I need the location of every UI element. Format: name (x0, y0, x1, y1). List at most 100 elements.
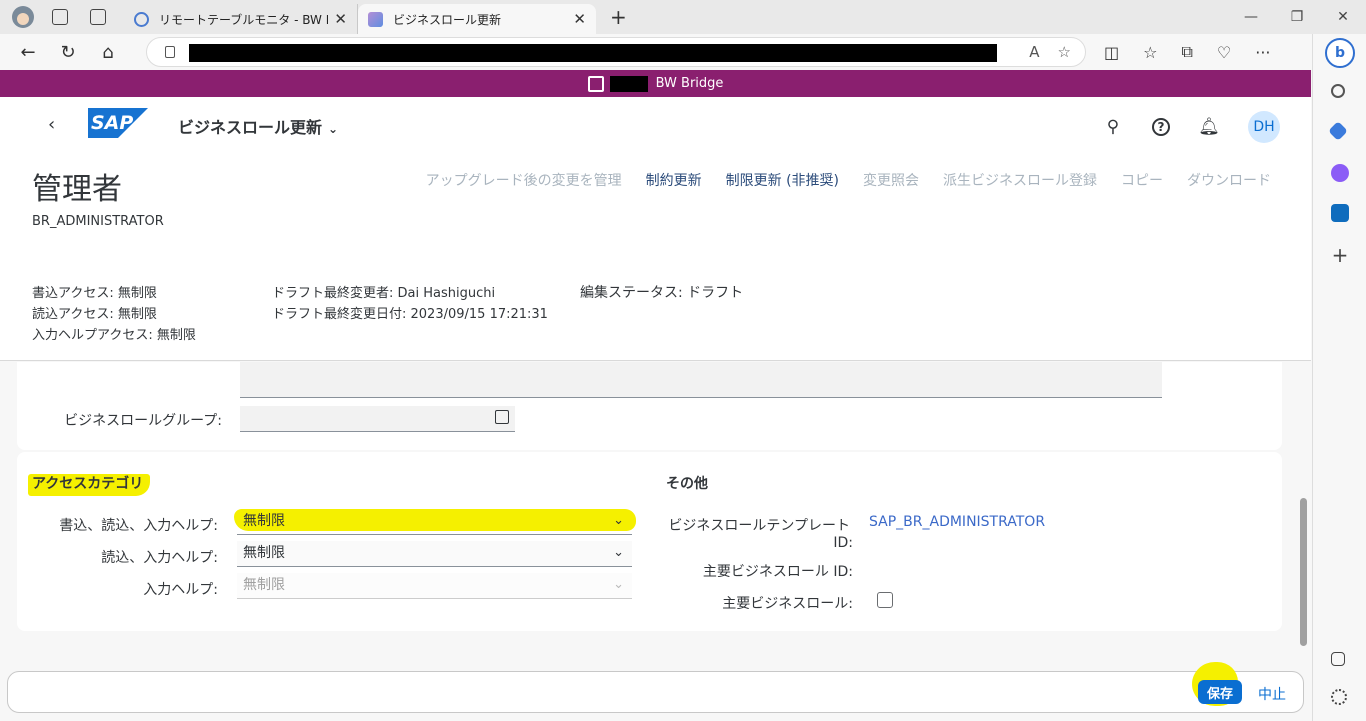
read-aloud-icon[interactable]: A (1029, 43, 1039, 61)
sidebar-toggle-icon[interactable] (1331, 652, 1345, 666)
read-access: 読込アクセス: 無制限 (32, 307, 157, 322)
description-textarea[interactable] (240, 362, 1162, 398)
redacted-url (189, 44, 997, 62)
favorite-icon[interactable]: ☆ (1058, 43, 1071, 61)
browser-toolbar: ◫ ☆ ⧉ ♡ ··· (1104, 34, 1271, 70)
url-input[interactable]: A ☆ (146, 37, 1086, 67)
template-id-label-2: ID: (833, 535, 853, 551)
copilot-icon[interactable]: b (1325, 38, 1355, 68)
reload-icon[interactable]: ↻ (48, 42, 88, 63)
page-title: 管理者 (32, 172, 122, 207)
app-title[interactable]: ビジネスロール更新 ⌄ (178, 114, 338, 138)
address-bar-row: ← ↻ ⌂ A ☆ ◫ ☆ ⧉ ♡ ··· (0, 34, 1366, 70)
tab-business-role-update[interactable]: ビジネスロール更新 ✕ (358, 4, 596, 34)
main-role-id-label: 主要ビジネスロール ID: (702, 564, 853, 580)
user-avatar[interactable]: DH (1248, 111, 1280, 143)
restore-icon[interactable]: ❐ (1274, 0, 1320, 34)
restriction-update-button[interactable]: 制限更新 (非推奨) (726, 170, 839, 190)
chevron-down-icon: ⌄ (613, 577, 624, 592)
system-icon (587, 75, 604, 92)
write-read-help-select[interactable]: 無制限 ⌄ (237, 509, 632, 535)
help-label: 入力ヘルプ: (143, 582, 218, 598)
back-icon[interactable]: ← (8, 42, 48, 63)
other-title: その他 (666, 476, 708, 492)
back-chevron-icon[interactable]: ‹ (48, 114, 55, 135)
template-id-label: ビジネスロールテンプレート (668, 518, 850, 534)
manage-upgrade-changes-button[interactable]: アップグレード後の変更を管理 (426, 170, 622, 190)
page-subtitle: BR_ADMINISTRATOR (32, 214, 164, 229)
search-icon[interactable]: ⚲ (1100, 114, 1126, 140)
more-icon[interactable]: ··· (1255, 43, 1270, 62)
workspaces-icon[interactable] (52, 9, 68, 25)
app-title-text: ビジネスロール更新 (178, 118, 323, 137)
copy-button[interactable]: コピー (1121, 170, 1163, 190)
new-tab-button[interactable]: + (610, 5, 627, 29)
tab-actions-icon[interactable] (90, 9, 106, 25)
selected-value: 無制限 (243, 545, 285, 561)
sap-app-icon (368, 11, 383, 27)
read-help-select[interactable]: 無制限 ⌄ (237, 541, 632, 567)
close-window-icon[interactable]: ✕ (1320, 0, 1366, 34)
edit-status: 編集ステータス: ドラフト (580, 285, 744, 301)
main-role-checkbox[interactable] (877, 592, 893, 608)
main-role-label: 主要ビジネスロール: (722, 596, 853, 612)
search-icon[interactable] (1331, 84, 1345, 98)
template-id-link[interactable]: SAP_BR_ADMINISTRATOR (869, 514, 1045, 530)
header-attributes-draft: ドラフト最終変更者: Dai Hashiguchi ドラフト最終変更日付: 20… (272, 283, 548, 325)
lock-icon (165, 46, 175, 58)
window-controls: — ❐ ✕ (1228, 0, 1366, 34)
browser-sidebar: b + (1312, 34, 1366, 721)
value-help-access: 入力ヘルプアクセス: 無制限 (32, 328, 196, 343)
footer-toolbar (7, 671, 1304, 713)
close-tab-icon[interactable]: ✕ (334, 10, 347, 28)
help-icon[interactable]: ? (1152, 118, 1170, 136)
outlook-icon[interactable] (1331, 204, 1349, 222)
system-name: BW Bridge (655, 76, 724, 91)
chevron-down-icon: ⌄ (328, 122, 339, 136)
shopping-icon[interactable] (1328, 121, 1348, 141)
tab-remote-table-monitor[interactable]: リモートテーブルモニタ - BW Bridge (S ✕ (124, 4, 358, 34)
profile-avatar[interactable] (12, 6, 34, 28)
access-section (17, 452, 1282, 631)
object-header: ‹ SAP ビジネスロール更新 ⌄ ⚲ ? 🔔︎ DH 管理者 BR_ADMINI… (0, 97, 1311, 361)
header-attributes-status: 編集ステータス: ドラフト (580, 283, 743, 304)
bell-icon[interactable]: 🔔︎ (1196, 114, 1222, 140)
home-icon[interactable]: ⌂ (88, 42, 128, 63)
tab-title: ビジネスロール更新 (393, 12, 502, 27)
close-tab-icon[interactable]: ✕ (573, 10, 586, 28)
download-button[interactable]: ダウンロード (1187, 170, 1271, 190)
create-derived-role-button[interactable]: 派生ビジネスロール登録 (943, 170, 1097, 190)
draft-last-changed-by: ドラフト最終変更者: Dai Hashiguchi (272, 286, 496, 301)
sap-logo[interactable]: SAP (88, 108, 148, 138)
settings-icon[interactable] (1331, 689, 1347, 705)
help-select: 無制限 ⌄ (237, 573, 632, 599)
write-read-help-label: 書込、読込、入力ヘルプ: (59, 518, 218, 534)
header-actions: アップグレード後の変更を管理 制約更新 制限更新 (非推奨) 変更照会 派生ビジ… (426, 170, 1271, 190)
office-icon[interactable] (1331, 164, 1349, 182)
display-changes-button[interactable]: 変更照会 (863, 170, 919, 190)
save-button[interactable]: 保存 (1198, 680, 1242, 704)
selected-value: 無制限 (243, 513, 285, 529)
value-help-icon[interactable] (495, 410, 509, 424)
add-icon[interactable]: + (1331, 245, 1349, 265)
draft-last-changed-on: ドラフト最終変更日付: 2023/09/15 17:21:31 (272, 307, 548, 322)
browser-tab-bar: リモートテーブルモニタ - BW Bridge (S ✕ ビジネスロール更新 ✕… (0, 0, 1366, 34)
favorites-icon[interactable]: ☆ (1143, 43, 1157, 62)
tab-title: リモートテーブルモニタ - BW Bridge (S (159, 12, 328, 27)
system-bar: BW Bridge (0, 70, 1311, 97)
page-scrollbar[interactable] (1300, 498, 1307, 646)
write-access: 書込アクセス: 無制限 (32, 286, 157, 301)
read-help-label: 読込、入力ヘルプ: (101, 550, 218, 566)
sap-app-icon (134, 11, 149, 27)
browser-essentials-icon[interactable]: ♡ (1217, 43, 1231, 62)
selected-value: 無制限 (243, 577, 285, 593)
split-screen-icon[interactable]: ◫ (1104, 43, 1119, 62)
redacted-system-id (609, 75, 648, 92)
business-role-group-input[interactable] (240, 406, 515, 432)
minimize-icon[interactable]: — (1228, 0, 1274, 34)
collections-icon[interactable]: ⧉ (1181, 42, 1192, 62)
cancel-button[interactable]: 中止 (1258, 684, 1286, 704)
header-attributes-access: 書込アクセス: 無制限 読込アクセス: 無制限 入力ヘルプアクセス: 無制限 (32, 283, 196, 346)
access-category-title: アクセスカテゴリ (32, 476, 144, 492)
constraint-update-button[interactable]: 制約更新 (646, 170, 702, 190)
